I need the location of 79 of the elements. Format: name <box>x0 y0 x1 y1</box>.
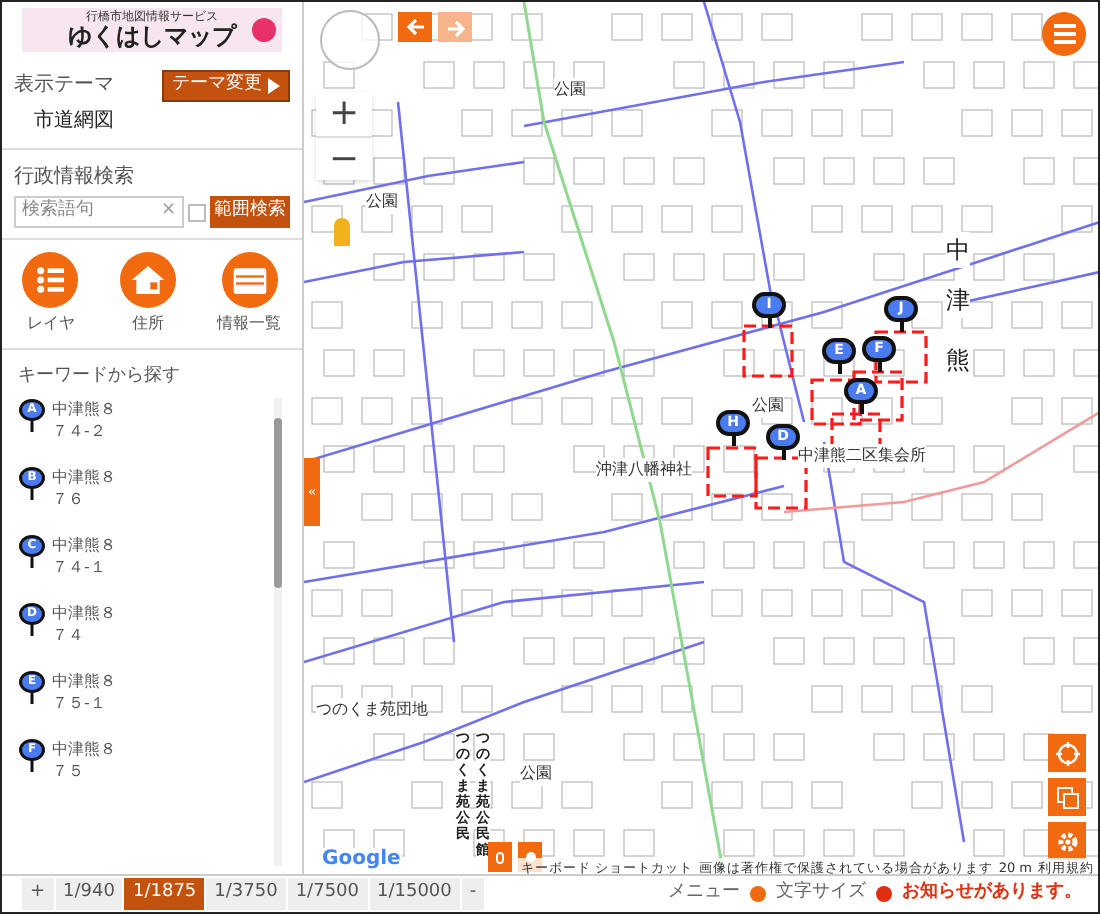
font-size-icon <box>750 886 766 902</box>
result-number: ７４-２ <box>52 419 108 441</box>
zoom-in-button[interactable]: + <box>316 92 372 136</box>
marker-stem <box>877 362 881 372</box>
scale-button[interactable]: 1/3750 <box>206 878 288 910</box>
map-label: 津 <box>946 282 970 318</box>
theme-value: 市道網図 <box>32 107 114 136</box>
result-area: 中津熊８ <box>52 601 116 623</box>
result-area: 中津熊８ <box>52 533 116 555</box>
marker-stem <box>781 450 785 460</box>
scale-button[interactable]: 1/15000 <box>369 878 462 910</box>
result-number: ７５ <box>52 759 86 781</box>
flower-icon <box>252 18 276 42</box>
scale-button[interactable]: 1/7500 <box>287 878 369 910</box>
play-icon <box>268 78 280 94</box>
map-label: 熊 <box>946 342 970 378</box>
google-logo: Google <box>320 848 403 872</box>
settings-icon <box>1055 829 1079 853</box>
map-label: 沖津八幡神社 <box>596 458 692 482</box>
result-area: 中津熊８ <box>52 669 116 691</box>
map-pin-icon <box>18 465 46 501</box>
locate-button[interactable] <box>1048 734 1086 772</box>
notice-icon <box>876 886 892 902</box>
marker-stem <box>899 322 903 332</box>
scale-button[interactable]: - <box>461 878 487 910</box>
result-area: 中津熊８ <box>52 737 116 759</box>
theme-label: 表示テーマ <box>14 71 114 100</box>
font-size-link[interactable]: 文字サイズ <box>776 880 866 908</box>
list-icon <box>22 252 79 308</box>
forward-button[interactable] <box>438 12 472 42</box>
marker-stem <box>731 436 735 446</box>
map-label: つのくま苑団地 <box>316 698 428 722</box>
menu-link[interactable]: メニュー <box>668 880 740 908</box>
map-pin-icon <box>18 737 46 773</box>
scale-button[interactable]: 1/1875 <box>124 878 207 910</box>
tool-button[interactable]: 住所 <box>119 252 176 336</box>
result-area: 中津熊８ <box>52 397 116 419</box>
result-number: ７６ <box>52 487 86 509</box>
tool-button[interactable]: レイヤ <box>22 252 79 336</box>
result-number: ７４-１ <box>52 555 108 577</box>
back-button[interactable] <box>398 12 432 42</box>
map-label: 公園 <box>366 190 398 214</box>
result-number: ７４ <box>52 623 86 645</box>
map-label: 公園 <box>520 762 552 786</box>
pin-button[interactable] <box>488 842 512 872</box>
copy-button[interactable] <box>1048 778 1086 816</box>
copy-icon <box>1055 785 1079 809</box>
settings-button[interactable] <box>1048 822 1086 860</box>
map-label: 中津熊二区集会所 <box>798 444 926 468</box>
map-pin-icon <box>18 669 46 705</box>
logo-title: ゆくはしマップ <box>68 24 236 50</box>
map-pin-icon <box>18 601 46 637</box>
keyword-title: キーワードから探す <box>18 364 182 390</box>
result-area: 中津熊８ <box>52 465 116 487</box>
house-icon <box>119 252 176 308</box>
result-number: ７５-１ <box>52 691 108 713</box>
search-label: 行政情報検索 <box>14 163 136 192</box>
marker-stem <box>767 318 771 328</box>
theme-change-button[interactable]: テーマ変更 <box>162 70 290 102</box>
person-icon[interactable] <box>334 218 350 246</box>
marker-stem <box>859 404 863 414</box>
notice-link[interactable]: お知らせがあります。 <box>902 880 1082 908</box>
map-label: 中 <box>946 232 970 268</box>
scrollbar[interactable] <box>274 397 282 866</box>
zoom-out-button[interactable]: − <box>316 136 372 180</box>
crosshair-icon <box>1055 741 1079 765</box>
marker-stem <box>837 364 841 374</box>
map-label: 公園 <box>752 394 784 418</box>
map-pin-icon <box>18 397 46 433</box>
tool-button[interactable]: 情報一覧 <box>217 252 282 336</box>
map-pin-icon <box>18 533 46 569</box>
arrow-left-icon <box>405 18 425 37</box>
panel-icon <box>221 252 278 308</box>
scale-button[interactable]: 1/940 <box>55 878 125 910</box>
map-label: 公園 <box>554 78 586 102</box>
scale-button[interactable]: + <box>22 878 56 910</box>
arrow-right-icon <box>445 20 465 39</box>
dropdown-icon[interactable] <box>188 203 206 221</box>
range-search-button[interactable]: 範囲検索 <box>210 196 290 228</box>
